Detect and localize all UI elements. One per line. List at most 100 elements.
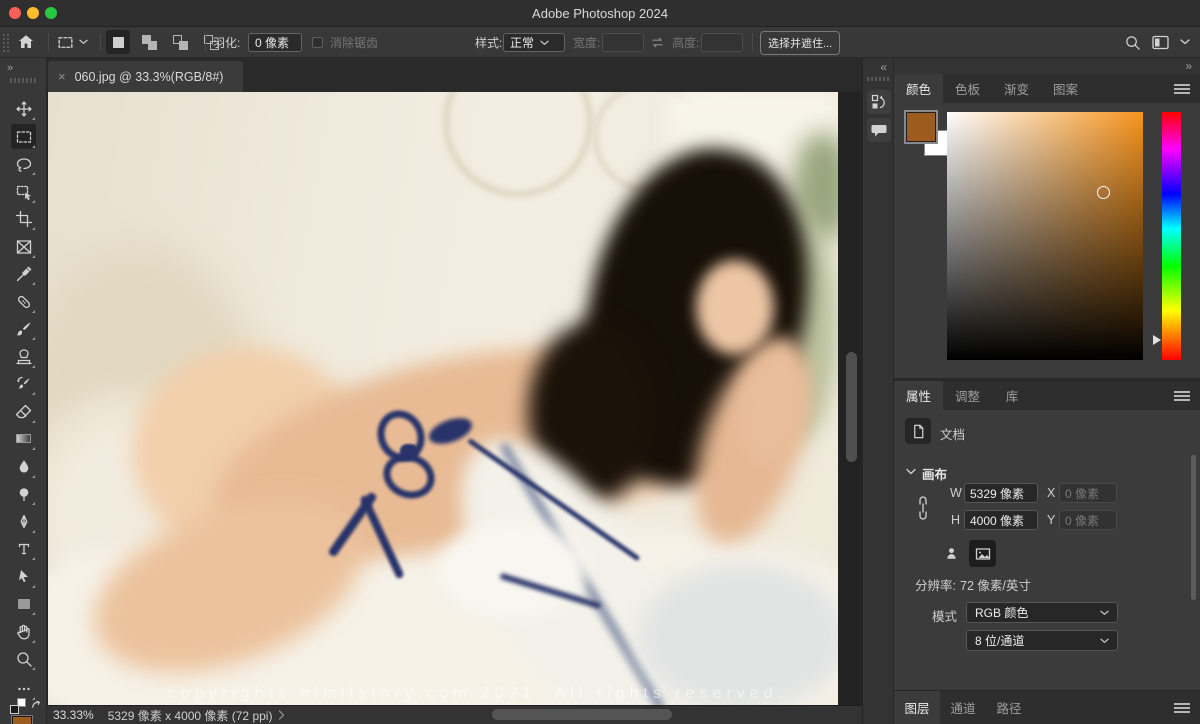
move-tool[interactable] [11,96,36,121]
saturation-brightness-box[interactable] [947,112,1143,360]
toolbar-expand-icon[interactable]: » [7,62,12,74]
tab-layers[interactable]: 图层 [894,691,940,724]
new-selection-button[interactable] [106,30,130,54]
history-icon [870,93,888,111]
portrait-orientation-button[interactable] [938,540,965,567]
zoom-tool[interactable] [11,646,36,671]
color-cursor[interactable] [1097,186,1110,199]
properties-panel-menu-button[interactable] [1174,381,1200,410]
vertical-scrollbar-thumb[interactable] [846,352,857,462]
rectangular-marquee-tool[interactable] [11,124,36,149]
layers-panel-tabs: 图层 通道 路径 [894,690,1200,724]
dock-collapse-icon[interactable]: « [880,60,887,74]
link-dimensions-icon[interactable] [916,490,930,526]
toolbar-grip[interactable] [10,78,36,83]
section-chevron-icon[interactable] [906,468,916,475]
tab-libraries[interactable]: 库 [992,381,1032,410]
canvas-photo[interactable]: copyrights bimilstory.com 2021. All righ… [48,92,838,705]
dock-grip[interactable] [867,77,891,81]
properties-scrollbar-thumb[interactable] [1191,455,1196,600]
canvas-y-input[interactable] [1059,510,1117,530]
workspace-chevron[interactable] [1180,27,1190,57]
eyedropper-icon [15,265,33,283]
home-button[interactable] [17,27,35,57]
lasso-tool[interactable] [11,151,36,176]
hue-slider-arrow[interactable] [1153,335,1161,345]
tab-swatches[interactable]: 色板 [943,74,992,103]
hue-strip[interactable] [1162,112,1181,360]
antialias-checkbox[interactable] [312,27,323,57]
comments-panel-button[interactable] [867,118,891,142]
document-properties-button[interactable] [905,418,931,444]
status-disclosure-icon[interactable] [278,710,285,720]
crop-tool[interactable] [11,206,36,231]
w-label: W [950,486,962,500]
options-grip[interactable] [7,32,9,52]
zoom-level[interactable]: 33.33% [53,708,94,722]
blur-tool[interactable] [11,454,36,479]
tab-properties[interactable]: 属性 [894,381,943,410]
foreground-color-swatch[interactable] [906,112,936,142]
spot-healing-brush-tool[interactable] [11,289,36,314]
canvas-section-label[interactable]: 画布 [922,464,947,483]
hand-tool[interactable] [11,619,36,644]
default-colors-button[interactable] [10,698,26,714]
select-and-mask-button[interactable]: 选择并遮住... [760,31,840,55]
search-button[interactable] [1124,27,1141,57]
swap-dimensions-button[interactable] [650,27,665,57]
eyedropper-tool[interactable] [11,261,36,286]
height-input[interactable] [701,33,743,52]
canvas-width-input[interactable] [964,483,1038,503]
rectangle-tool[interactable] [11,591,36,616]
canvas-height-input[interactable] [964,510,1038,530]
swap-colors-icon[interactable] [30,698,43,711]
eraser-tool[interactable] [11,399,36,424]
chevron-down-icon [540,40,549,46]
rectangle-shape-icon [15,595,33,613]
lasso-icon [15,155,33,173]
color-panel-menu-button[interactable] [1174,74,1200,103]
close-tab-icon[interactable]: × [58,69,66,84]
workspace-switcher-button[interactable] [1151,27,1170,57]
panel-collapse-icon[interactable]: » [1185,59,1192,73]
gradient-tool[interactable] [11,426,36,451]
style-dropdown[interactable]: 正常 [503,33,565,52]
feather-input[interactable] [248,33,302,52]
search-icon [1124,34,1141,51]
tab-paths[interactable]: 路径 [986,691,1032,724]
canvas-x-input[interactable] [1059,483,1117,503]
history-panel-button[interactable] [867,90,891,114]
landscape-orientation-button[interactable] [969,540,996,567]
tab-patterns[interactable]: 图案 [1041,74,1090,103]
path-selection-tool[interactable] [11,564,36,589]
history-brush-tool[interactable] [11,371,36,396]
tab-adjustments[interactable]: 调整 [943,381,992,410]
pen-tool[interactable] [11,509,36,534]
type-tool[interactable] [11,536,36,561]
tab-color[interactable]: 颜色 [894,74,943,103]
feather-label: 羽化: [213,27,240,57]
foreground-color-swatch[interactable] [12,716,32,724]
horizontal-scrollbar-thumb[interactable] [492,709,672,720]
brush-tool[interactable] [11,316,36,341]
frame-tool[interactable] [11,234,36,259]
object-selection-tool[interactable] [11,179,36,204]
bit-depth-dropdown[interactable]: 8 位/通道 [966,630,1118,651]
add-to-selection-button[interactable] [137,30,161,54]
subtract-from-selection-button[interactable] [168,30,192,54]
color-mode-dropdown[interactable]: RGB 颜色 [966,602,1118,623]
dodge-tool[interactable] [11,481,36,506]
document-tab[interactable]: × 060.jpg @ 33.3%(RGB/8#) [48,61,243,92]
clone-stamp-tool[interactable] [11,344,36,369]
checkbox-icon [312,37,323,48]
title-bar: Adobe Photoshop 2024 [0,0,1200,27]
tool-preset-picker[interactable] [56,27,88,57]
photo-bow-knot [400,444,418,460]
options-grip[interactable] [3,32,5,52]
layers-panel-menu-button[interactable] [1174,691,1200,724]
tab-channels[interactable]: 通道 [940,691,986,724]
tools-panel: » [0,58,47,724]
landscape-icon [974,545,992,563]
width-input[interactable] [602,33,644,52]
tab-gradients[interactable]: 渐变 [992,74,1041,103]
